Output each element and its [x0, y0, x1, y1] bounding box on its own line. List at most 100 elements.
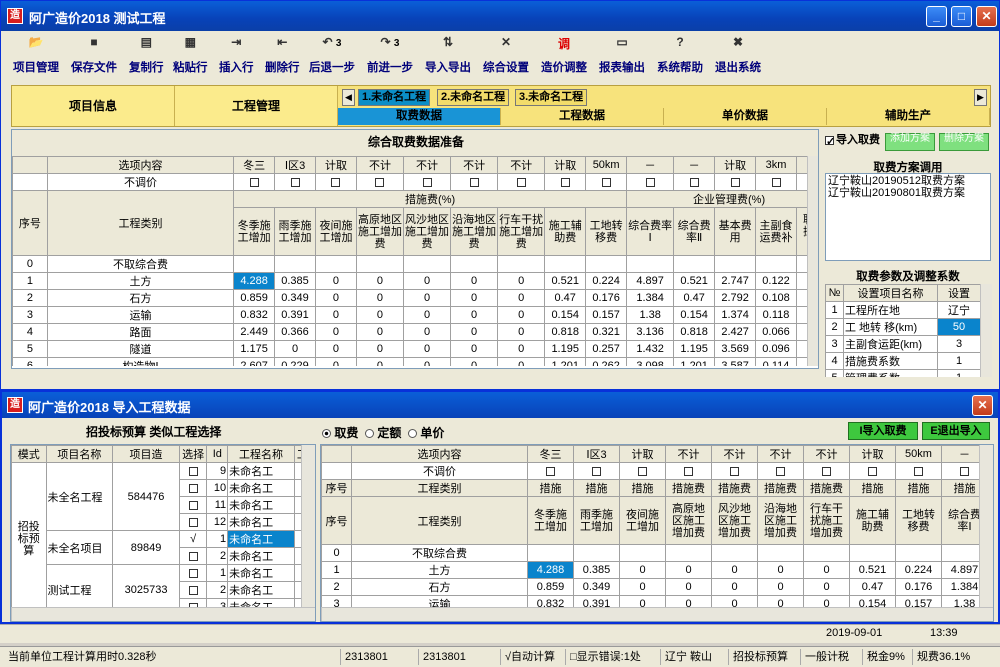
value-cell[interactable]: 0	[402, 323, 452, 341]
dialog-close-button[interactable]: ✕	[972, 395, 993, 416]
value-cell[interactable]: 0	[314, 340, 357, 358]
value-cell[interactable]: 0	[497, 306, 546, 324]
tab-fee-data[interactable]: 取费数据	[338, 108, 501, 125]
value-cell[interactable]: 0.122	[755, 272, 797, 290]
option-cell[interactable]: 计取	[314, 156, 357, 174]
project-vscrollbar[interactable]	[301, 445, 315, 607]
value-cell[interactable]: 0.	[796, 289, 807, 307]
value-cell[interactable]: 0.521	[849, 561, 896, 579]
value-cell[interactable]: 0	[497, 272, 546, 290]
value-cell[interactable]: 0.229	[274, 357, 316, 366]
value-cell[interactable]: 0.	[796, 272, 807, 290]
toolbar-button[interactable]: ▭ 报表输出	[599, 35, 645, 75]
param-row[interactable]: 4 措施费系数 1	[825, 352, 980, 370]
checkbox-cell[interactable]	[527, 462, 574, 480]
value-cell[interactable]	[497, 255, 546, 273]
value-cell[interactable]: 0	[274, 340, 316, 358]
param-cell[interactable]: 1	[937, 369, 980, 377]
item-name[interactable]: 未命名工	[227, 513, 295, 531]
value-cell[interactable]: 4.288	[233, 272, 276, 290]
option-cell[interactable]: 不计	[665, 445, 712, 463]
value-cell[interactable]: 0	[757, 595, 804, 607]
item-name[interactable]: 未命名工	[227, 479, 295, 497]
option-cell[interactable]: 不计	[402, 156, 452, 174]
option-cell[interactable]: －	[673, 156, 716, 174]
param-row[interactable]: 5管理费系数1	[825, 369, 980, 377]
checkbox-cell[interactable]	[573, 462, 620, 480]
table-row[interactable]: 1 土方 4.288 0.385 0 0 0 0 0 0.521 0.224 4.897	[321, 561, 979, 579]
value-cell[interactable]: 0	[314, 357, 357, 366]
value-cell[interactable]: 0.096	[755, 340, 797, 358]
checkbox-cell[interactable]	[849, 462, 896, 480]
option-cell[interactable]: 不计	[803, 445, 850, 463]
value-cell[interactable]: 1.374	[714, 306, 757, 324]
value-cell[interactable]: 0.385	[274, 272, 316, 290]
value-cell[interactable]: 0	[314, 272, 357, 290]
value-cell[interactable]: 0	[497, 323, 546, 341]
toolbar-button[interactable]: ✕ 综合设置	[483, 35, 529, 75]
table-row[interactable]: 2 石方 0.859 0.349 0 0 0 0 0 0.47 0.176 1.384 0.47 2.79…	[12, 289, 807, 307]
fee-vscrollbar[interactable]	[807, 156, 818, 366]
value-cell[interactable]: 0	[619, 578, 666, 596]
delete-plan-button[interactable]: 删除方案	[939, 133, 989, 151]
value-cell[interactable]: 0.257	[585, 340, 628, 358]
radio-fee[interactable]: 取费	[322, 426, 358, 440]
value-cell[interactable]: 4.288	[527, 561, 574, 579]
add-plan-button[interactable]: 添加方案	[885, 133, 935, 151]
table-row[interactable]: 5 隧道 1.175 0 0 0 0 0 0 1.195 0.257 1.432 1.195 3.569 0…	[12, 340, 807, 358]
checkbox-cell[interactable]	[755, 173, 797, 191]
value-cell[interactable]: 1.384	[941, 578, 979, 596]
select-checkbox[interactable]: √	[178, 530, 208, 548]
value-cell[interactable]: 0.521	[544, 272, 587, 290]
option-cell[interactable]: 50km	[585, 156, 628, 174]
value-cell[interactable]: 0	[355, 340, 405, 358]
value-cell[interactable]: 1.38	[626, 306, 675, 324]
tab-project-info[interactable]: 项目信息	[12, 86, 175, 126]
radio-price[interactable]: 单价	[408, 426, 444, 440]
value-cell[interactable]: 0.157	[895, 595, 942, 607]
value-cell[interactable]: 1.38	[941, 595, 979, 607]
value-cell[interactable]: 0.114	[755, 357, 797, 366]
select-checkbox[interactable]	[178, 598, 208, 607]
checkbox-cell[interactable]	[497, 173, 546, 191]
toolbar-button[interactable]: ↶ 3 后退一步	[309, 35, 355, 75]
toolbar-button[interactable]: ■ 保存文件	[71, 35, 117, 75]
value-cell[interactable]: 0	[497, 357, 546, 366]
value-cell[interactable]: 0.066	[755, 323, 797, 341]
table-row[interactable]: 1 土方 4.288 0.385 0 0 0 0 0 0.521 0.224 4.897 0.521 2.…	[12, 272, 807, 290]
table-row[interactable]: 2 石方 0.859 0.349 0 0 0 0 0 0.47 0.176 1.384	[321, 578, 979, 596]
value-cell[interactable]: 0.366	[274, 323, 316, 341]
checkbox-cell[interactable]	[803, 462, 850, 480]
value-cell[interactable]: 0	[803, 595, 850, 607]
checkbox-cell[interactable]	[895, 462, 942, 480]
table-row[interactable]: 0 不取综合费	[12, 255, 807, 273]
value-cell[interactable]: 0.118	[755, 306, 797, 324]
project-row[interactable]: 招投标预算 未全名工程 584476 9 未命名工	[11, 462, 301, 607]
option-cell[interactable]: 计	[796, 156, 807, 174]
value-cell[interactable]: 0.	[796, 357, 807, 366]
value-cell[interactable]: 0.385	[573, 561, 620, 579]
radio-quota[interactable]: 定额	[365, 426, 401, 440]
param-vscrollbar[interactable]	[980, 284, 992, 377]
value-cell[interactable]: 0	[355, 272, 405, 290]
option-cell[interactable]: Ⅰ区3	[274, 156, 316, 174]
option-cell[interactable]: 冬三	[233, 156, 276, 174]
option-cell[interactable]: 计取	[544, 156, 587, 174]
param-cell[interactable]: 3	[937, 335, 980, 353]
value-cell[interactable]: 0.391	[274, 306, 316, 324]
value-cell[interactable]	[665, 544, 712, 562]
value-cell[interactable]: 3.569	[714, 340, 757, 358]
value-cell[interactable]: 0.832	[527, 595, 574, 607]
value-cell[interactable]: 0	[314, 306, 357, 324]
checkbox-cell[interactable]	[673, 173, 716, 191]
value-cell[interactable]: 4.897	[941, 561, 979, 579]
checkbox-cell[interactable]	[314, 173, 357, 191]
option-cell[interactable]: 计取	[619, 445, 666, 463]
import-vscrollbar[interactable]	[979, 445, 993, 607]
value-cell[interactable]: 0.108	[755, 289, 797, 307]
value-cell[interactable]: 0	[450, 357, 499, 366]
toolbar-button[interactable]: ✖ 退出系统	[715, 35, 761, 75]
value-cell[interactable]: 0.832	[233, 306, 276, 324]
value-cell[interactable]	[274, 255, 316, 273]
value-cell[interactable]: 3.136	[626, 323, 675, 341]
